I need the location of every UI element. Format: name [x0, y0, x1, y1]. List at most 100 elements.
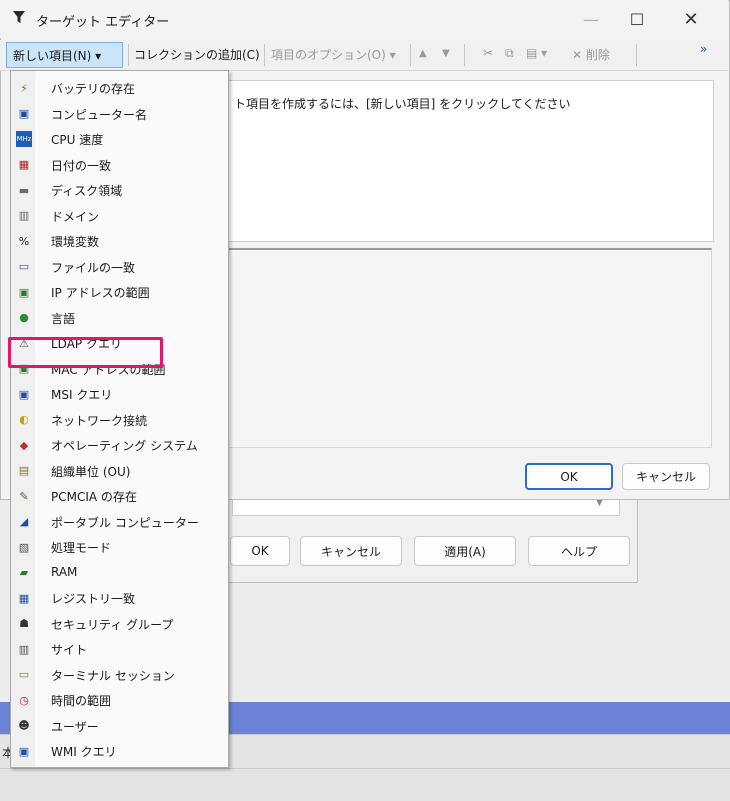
menu-item-label: ドメイン — [51, 209, 100, 224]
file-icon: ▭ — [18, 260, 30, 273]
menu-item[interactable]: ▤ 組織単位 (OU) — [11, 459, 228, 483]
properties-help-button[interactable]: ヘルプ — [528, 536, 630, 566]
menu-item[interactable]: ● 言語 — [11, 306, 228, 330]
ou-icon: ▤ — [18, 464, 30, 477]
ram-icon: ▰ — [19, 566, 29, 579]
menu-item-label: 組織単位 (OU) — [51, 464, 131, 479]
domain-icon: ▥ — [18, 209, 30, 222]
menu-item[interactable]: ✎ PCMCIA の存在 — [11, 484, 228, 508]
maximize-button[interactable]: ☐ — [614, 4, 660, 34]
menu-item[interactable]: ▣ WMI クエリ — [11, 739, 228, 763]
processing-icon: ▧ — [18, 540, 30, 554]
menu-item[interactable]: ☗ セキュリティ グループ — [11, 612, 228, 636]
menu-item-label: レジストリ一致 — [51, 592, 136, 606]
wmi-icon: ▣ — [18, 744, 30, 758]
site-icon: ▥ — [18, 642, 30, 656]
toolbar-separator — [128, 44, 129, 66]
network-icon: ◐ — [19, 413, 29, 426]
menu-item-label: ターミナル セッション — [51, 668, 175, 683]
menu-item[interactable]: ▧ 処理モード — [11, 535, 228, 559]
minimize-button[interactable]: — — [568, 4, 614, 34]
clock-icon: ◷ — [19, 693, 29, 707]
menu-item[interactable]: ▭ ターミナル セッション — [11, 663, 228, 687]
menu-item-label: バッテリの存在 — [51, 82, 136, 96]
toolbar-overflow-icon[interactable]: » — [700, 42, 707, 56]
menu-item[interactable]: MHz CPU 速度 — [11, 127, 228, 151]
toolbar-separator — [410, 44, 411, 66]
menu-item-label: オペレーティング システム — [51, 439, 198, 453]
properties-apply-button[interactable]: 適用(A) — [414, 536, 516, 566]
menu-item-label: コンピューター名 — [51, 107, 148, 122]
menu-item[interactable]: ▦ 日付の一致 — [11, 153, 228, 177]
cancel-button[interactable]: キャンセル — [622, 463, 710, 490]
menu-item-label: ネットワーク接続 — [51, 413, 148, 428]
details-pane — [228, 248, 712, 448]
battery-icon: ⚡ — [20, 81, 28, 95]
add-collection-button[interactable]: コレクションの追加(C) — [134, 46, 260, 63]
menu-item-label: 日付の一致 — [51, 158, 112, 173]
ldap-highlight-box — [8, 337, 163, 368]
window-title: ターゲット エディター — [36, 15, 170, 30]
menu-item-label: CPU 速度 — [51, 133, 104, 147]
disk-icon: ▬ — [18, 183, 30, 197]
menu-item-label: ファイルの一致 — [51, 260, 136, 275]
background-divider — [0, 768, 730, 769]
menu-item-label: 環境変数 — [51, 235, 100, 249]
new-item-button[interactable]: 新しい項目(N) ▾ — [6, 42, 123, 68]
properties-ok-button[interactable]: OK — [230, 536, 290, 566]
menu-item-label: RAM — [51, 564, 78, 579]
msi-icon: ▣ — [18, 387, 30, 401]
ip-range-icon: ▣ — [18, 285, 30, 299]
menu-item[interactable]: ◢ ポータブル コンピューター — [11, 510, 228, 534]
user-icon: ☻ — [18, 719, 30, 732]
paste-icon[interactable]: ▤ ▾ — [526, 46, 547, 60]
menu-item-label: サイト — [51, 643, 88, 657]
menu-item-label: WMI クエリ — [51, 745, 117, 759]
globe-icon: ● — [19, 311, 29, 324]
move-down-icon[interactable]: ▼ — [442, 48, 450, 59]
menu-item[interactable]: ▣ MSI クエリ — [11, 382, 228, 406]
env-var-icon: % — [18, 234, 30, 248]
menu-item-label: ディスク領域 — [51, 184, 123, 198]
funnel-icon — [12, 10, 26, 28]
computer-icon: ▣ — [18, 107, 30, 120]
menu-item[interactable]: ◷ 時間の範囲 — [11, 688, 228, 712]
menu-item[interactable]: ◐ ネットワーク接続 — [11, 408, 228, 432]
menu-item-label: MSI クエリ — [51, 388, 113, 402]
menu-item-label: IP アドレスの範囲 — [51, 286, 150, 300]
menu-item-label: ユーザー — [51, 719, 99, 734]
copy-icon[interactable]: ⧉ — [505, 46, 514, 61]
menu-item[interactable]: ▣ コンピューター名 — [11, 102, 228, 126]
menu-item[interactable]: ▣ IP アドレスの範囲 — [11, 280, 228, 304]
pcmcia-icon: ✎ — [19, 489, 29, 503]
menu-item-label: 言語 — [51, 311, 76, 326]
description-text: ト項目を作成するには、[新しい項目] をクリックしてください — [234, 97, 571, 111]
properties-cancel-button[interactable]: キャンセル — [300, 536, 402, 566]
move-up-icon[interactable]: ▲ — [419, 48, 427, 59]
menu-item[interactable]: ⚡ バッテリの存在 — [11, 76, 228, 100]
menu-item-label: セキュリティ グループ — [51, 617, 174, 632]
toolbar-separator — [464, 44, 465, 66]
menu-item-label: 処理モード — [51, 541, 112, 555]
toolbar-separator — [264, 44, 265, 66]
menu-item-label: PCMCIA の存在 — [51, 490, 137, 504]
menu-item[interactable]: ▰ RAM — [11, 561, 228, 585]
menu-item[interactable]: % 環境変数 — [11, 229, 228, 253]
security-group-icon: ☗ — [19, 617, 29, 630]
menu-item[interactable]: ▦ レジストリ一致 — [11, 586, 228, 610]
calendar-icon: ▦ — [18, 158, 30, 171]
ok-button[interactable]: OK — [525, 463, 613, 490]
close-button[interactable]: ✕ — [668, 4, 714, 34]
menu-item[interactable]: ▭ ファイルの一致 — [11, 255, 228, 279]
menu-item[interactable]: ▥ サイト — [11, 637, 228, 661]
registry-icon: ▦ — [18, 591, 30, 605]
delete-button[interactable]: ✕ 削除 — [572, 46, 610, 63]
item-options-button[interactable]: 項目のオプション(O) ▾ — [271, 46, 396, 63]
menu-item[interactable]: ▬ ディスク領域 — [11, 178, 228, 202]
menu-item-label: ポータブル コンピューター — [51, 515, 199, 530]
toolbar-separator — [636, 44, 637, 66]
cut-icon[interactable]: ✂ — [483, 46, 493, 60]
menu-item[interactable]: ▥ ドメイン — [11, 204, 228, 228]
menu-item[interactable]: ☻ ユーザー — [11, 714, 228, 738]
menu-item[interactable]: ◆ オペレーティング システム — [11, 433, 228, 457]
